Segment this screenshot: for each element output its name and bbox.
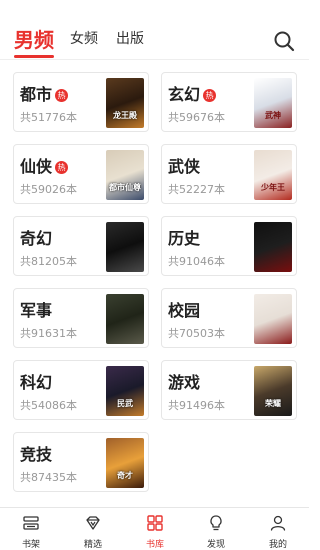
category-name: 都市 (20, 85, 53, 104)
search-icon[interactable] (273, 30, 295, 52)
nav-label: 我的 (268, 540, 287, 550)
category-name: 仙侠 (20, 157, 53, 176)
category-card-qihuan[interactable]: 奇幻 共81205本 (13, 216, 149, 276)
category-card-youxi[interactable]: 游戏 共91496本 荣耀 (161, 360, 297, 420)
nav-item-profile[interactable]: 我的 (247, 508, 309, 550)
book-cover: 龙王殿 (106, 78, 144, 128)
cover-title: 民武 (117, 399, 133, 408)
lightbulb-icon (210, 515, 222, 531)
category-count: 共87435本 (20, 471, 77, 484)
nav-item-discover[interactable]: 发现 (185, 508, 247, 550)
category-name: 奇幻 (20, 229, 53, 248)
category-card-jingji[interactable]: 竞技 共87435本 奇才 (13, 432, 149, 492)
cover-title: 都市仙尊 (109, 183, 141, 192)
category-name: 武侠 (168, 157, 201, 176)
diamond-icon (86, 516, 100, 530)
cover-title: 奇才 (117, 471, 133, 480)
bookshelf-icon (23, 516, 39, 530)
tab-male[interactable]: 男频 (14, 24, 54, 58)
category-card-xianxia[interactable]: 仙侠热 共59026本 都市仙尊 (13, 144, 149, 204)
book-cover (106, 222, 144, 272)
nav-item-bookshelf[interactable]: 书架 (0, 508, 62, 550)
book-cover: 奇才 (106, 438, 144, 488)
category-card-xiaoyuan[interactable]: 校园 共70503本 (161, 288, 297, 348)
category-count: 共81205本 (20, 255, 77, 268)
category-name: 历史 (168, 229, 201, 248)
cover-title: 少年王 (261, 183, 285, 192)
category-name-row: 玄幻热 (168, 81, 217, 105)
category-name: 游戏 (168, 373, 201, 392)
hot-badge: 热 (55, 89, 69, 102)
category-card-kehuan[interactable]: 科幻 共54086本 民武 (13, 360, 149, 420)
category-count: 共54086本 (20, 399, 77, 412)
book-cover: 武神 (254, 78, 292, 128)
category-count: 共91631本 (20, 327, 77, 340)
category-count: 共52227本 (168, 183, 225, 196)
category-card-wuxia[interactable]: 武侠 共52227本 少年王 (161, 144, 297, 204)
hot-badge: 热 (203, 89, 217, 102)
tab-female[interactable]: 女频 (70, 28, 98, 48)
category-grid: 都市热 共51776本 龙王殿 玄幻热 共59676本 武神 仙侠热 共5902… (0, 60, 309, 507)
nav-label: 发现 (206, 540, 225, 550)
nav-item-library[interactable]: 书库 (124, 508, 186, 550)
category-name: 科幻 (20, 373, 53, 392)
category-name-row: 仙侠热 (20, 153, 69, 177)
nav-label: 书库 (145, 540, 164, 550)
category-count: 共91046本 (168, 255, 225, 268)
book-cover: 少年王 (254, 150, 292, 200)
nav-label: 书架 (21, 540, 40, 550)
nav-item-featured[interactable]: 精选 (62, 508, 124, 550)
category-name: 军事 (20, 301, 53, 320)
category-card-dushi[interactable]: 都市热 共51776本 龙王殿 (13, 72, 149, 132)
book-cover (254, 222, 292, 272)
category-count: 共51776本 (20, 111, 77, 124)
category-name: 竞技 (20, 445, 53, 464)
book-cover (106, 294, 144, 344)
category-count: 共59676本 (168, 111, 225, 124)
category-card-xuanhuan[interactable]: 玄幻热 共59676本 武神 (161, 72, 297, 132)
cover-title: 龙王殿 (113, 111, 137, 120)
cover-title: 荣耀 (265, 399, 281, 408)
book-cover (254, 294, 292, 344)
category-name-row: 都市热 (20, 81, 69, 105)
category-card-junshi[interactable]: 军事 共91631本 (13, 288, 149, 348)
book-cover: 民武 (106, 366, 144, 416)
hot-badge: 热 (55, 161, 69, 174)
bottom-navigation: 书架 精选 书库 发现 我的 (0, 507, 309, 550)
nav-label: 精选 (83, 540, 102, 550)
category-name: 玄幻 (168, 85, 201, 104)
cover-title: 武神 (265, 111, 281, 120)
library-grid-icon (147, 515, 163, 531)
category-count: 共70503本 (168, 327, 225, 340)
category-count: 共91496本 (168, 399, 225, 412)
book-cover: 都市仙尊 (106, 150, 144, 200)
book-cover: 荣耀 (254, 366, 292, 416)
category-count: 共59026本 (20, 183, 77, 196)
tab-publish[interactable]: 出版 (116, 28, 144, 48)
top-header: 男频 女频 出版 (0, 0, 309, 60)
category-name: 校园 (168, 301, 201, 320)
profile-icon (270, 515, 286, 531)
category-card-lishi[interactable]: 历史 共91046本 (161, 216, 297, 276)
